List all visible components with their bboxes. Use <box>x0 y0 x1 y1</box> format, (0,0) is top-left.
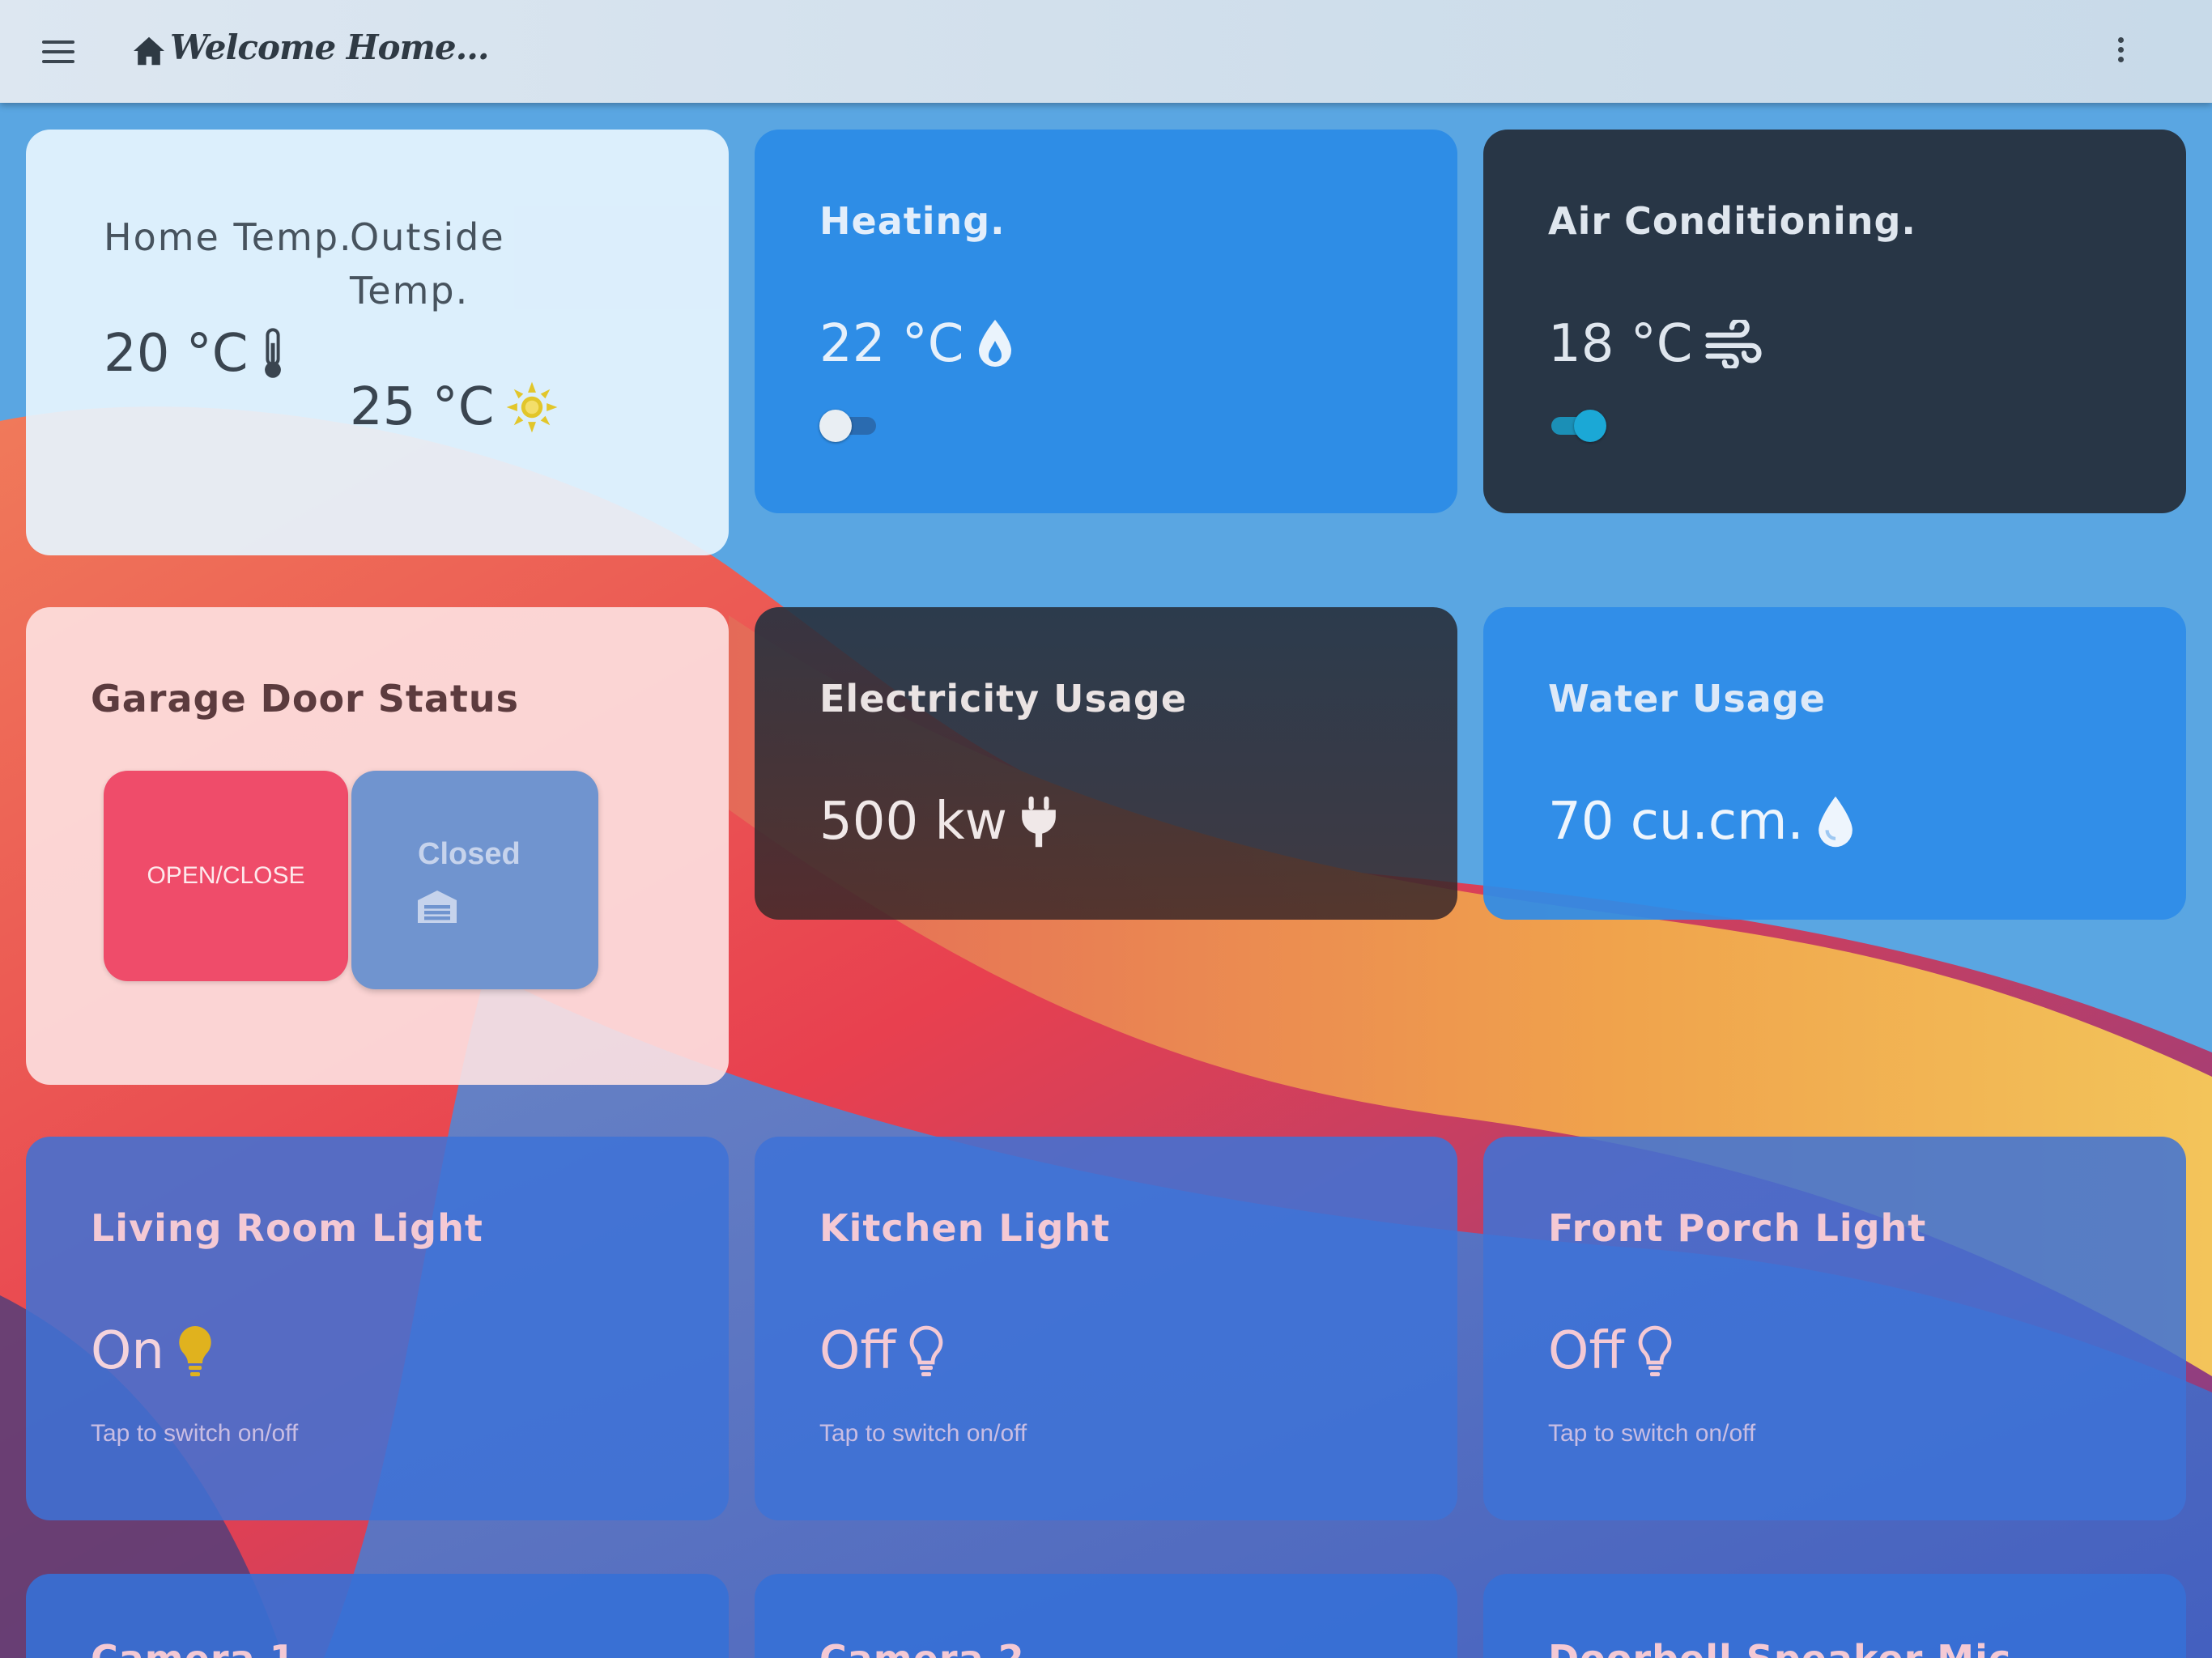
ac-title: Air Conditioning. <box>1548 199 1916 243</box>
front-porch-light-card[interactable]: Front Porch Light Off Tap to switch on/o… <box>1483 1137 2186 1520</box>
electricity-usage-card: Electricity Usage 500 kw <box>755 607 1457 920</box>
heating-value: 22 °C <box>819 314 1015 374</box>
living-room-light-state-text: On <box>91 1321 164 1381</box>
wind-icon <box>1705 320 1763 368</box>
flame-drop-icon <box>979 320 1012 367</box>
plug-icon <box>1022 796 1056 848</box>
home-temp-text: 20 °C <box>104 324 249 384</box>
front-porch-light-state: Off <box>1548 1321 1674 1381</box>
lightbulb-off-icon <box>910 1325 943 1376</box>
water-text: 70 cu.cm. <box>1548 792 1804 852</box>
garage-status-label: Closed <box>418 837 521 871</box>
garage-door-card: Garage Door Status OPEN/CLOSE Closed <box>26 607 729 1085</box>
water-value: 70 cu.cm. <box>1548 792 1856 852</box>
more-options-icon[interactable] <box>2115 37 2126 68</box>
home-temp-value: 20 °C <box>104 324 287 384</box>
electricity-text: 500 kw <box>819 792 1007 852</box>
living-room-light-card[interactable]: Living Room Light On Tap to switch on/of… <box>26 1137 729 1520</box>
garage-open-close-button[interactable]: OPEN/CLOSE <box>104 771 348 981</box>
garage-status-tile: Closed <box>351 771 598 989</box>
doorbell-title: Doorbell Speaker Mic <box>1548 1637 2011 1658</box>
garage-title: Garage Door Status <box>91 677 520 721</box>
thermometer-icon <box>265 328 282 378</box>
camera-2-title: Camera 2 <box>819 1637 1025 1658</box>
app-title: Welcome Home... <box>170 28 490 67</box>
outside-temp-text: 25 °C <box>350 377 495 437</box>
front-porch-light-title: Front Porch Light <box>1548 1206 1927 1250</box>
outside-temp-label: Outside Temp. <box>350 210 505 317</box>
hamburger-menu-icon[interactable] <box>42 40 74 65</box>
water-usage-card: Water Usage 70 cu.cm. <box>1483 607 2186 920</box>
garage-icon <box>418 891 457 923</box>
home-temp-label: Home Temp. <box>104 215 353 259</box>
kitchen-light-hint: Tap to switch on/off <box>819 1420 1027 1447</box>
living-room-light-hint: Tap to switch on/off <box>91 1420 299 1447</box>
app-bar: Welcome Home... <box>0 0 2212 103</box>
heating-temp-text: 22 °C <box>819 314 964 374</box>
kitchen-light-state: Off <box>819 1321 946 1381</box>
front-porch-light-state-text: Off <box>1548 1321 1625 1381</box>
camera-1-title: Camera 1 <box>91 1637 296 1658</box>
heating-title: Heating. <box>819 199 1006 243</box>
water-drop-icon <box>1818 796 1853 848</box>
air-conditioning-card: Air Conditioning. 18 °C <box>1483 130 2186 513</box>
heating-toggle[interactable] <box>819 410 878 442</box>
front-porch-light-hint: Tap to switch on/off <box>1548 1420 1756 1447</box>
electricity-value: 500 kw <box>819 792 1059 852</box>
ac-toggle[interactable] <box>1548 410 1606 442</box>
camera-2-card[interactable]: Camera 2 <box>755 1574 1457 1658</box>
heating-card: Heating. 22 °C <box>755 130 1457 513</box>
ac-temp-text: 18 °C <box>1548 314 1693 374</box>
outside-temp-label-line2: Temp. <box>350 269 470 312</box>
outside-temp-value: 25 °C <box>350 377 559 437</box>
lightbulb-off-icon <box>1639 1325 1672 1376</box>
lightbulb-on-icon <box>179 1326 211 1376</box>
living-room-light-title: Living Room Light <box>91 1206 483 1250</box>
temperature-card: Home Temp. Outside Temp. 20 °C 25 °C <box>26 130 729 555</box>
kitchen-light-title: Kitchen Light <box>819 1206 1111 1250</box>
doorbell-card[interactable]: Doorbell Speaker Mic <box>1483 1574 2186 1658</box>
kitchen-light-state-text: Off <box>819 1321 896 1381</box>
kitchen-light-card[interactable]: Kitchen Light Off Tap to switch on/off <box>755 1137 1457 1520</box>
ac-value: 18 °C <box>1548 314 1763 374</box>
sun-icon <box>507 381 558 433</box>
camera-1-card[interactable]: Camera 1 <box>26 1574 729 1658</box>
outside-temp-label-line1: Outside <box>350 215 505 259</box>
living-room-light-state: On <box>91 1321 215 1381</box>
water-title: Water Usage <box>1548 677 1826 721</box>
electricity-title: Electricity Usage <box>819 677 1188 721</box>
home-icon <box>134 36 164 66</box>
